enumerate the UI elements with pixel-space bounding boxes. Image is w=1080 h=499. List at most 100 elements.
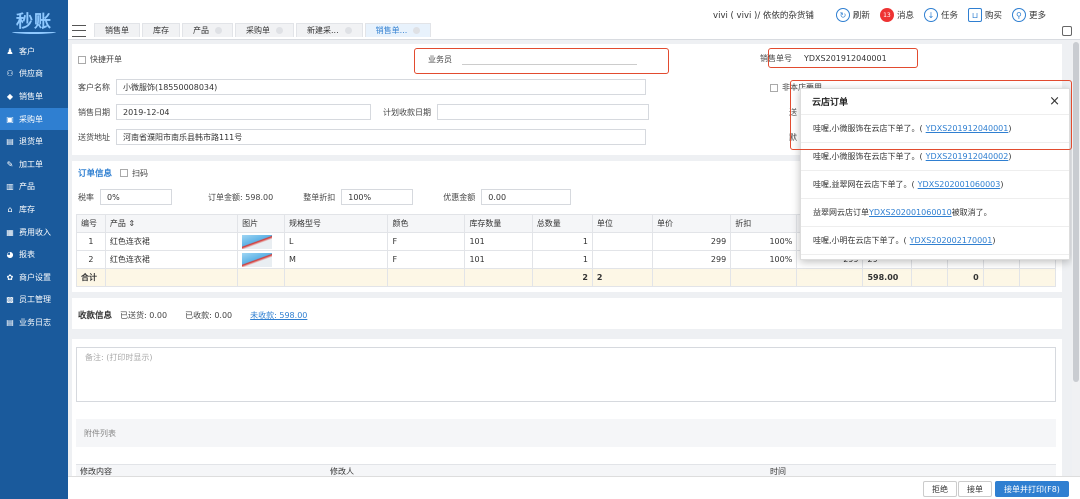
customer-input[interactable]: 小微服饰(18550008034) (116, 79, 646, 95)
column-header[interactable]: 单位 (591, 214, 654, 233)
sidebar-item[interactable]: ⚇ 供应商 (0, 63, 68, 86)
sidebar-item[interactable]: ▥ 产品 (0, 176, 68, 199)
order-link[interactable]: YDXS202001060003 (918, 180, 1001, 189)
tasks-button[interactable]: ↓ 任务 (923, 8, 958, 22)
refresh-button[interactable]: ↻ 刷新 (835, 8, 870, 22)
table-cell: 合计 (76, 268, 106, 287)
quick-order-toggle[interactable]: 快捷开单 (78, 54, 122, 65)
non-self-checkbox[interactable] (770, 83, 778, 92)
payment-info: 收款信息 已送货: 0.00 已收款: 0.00 未收款: 598.00 (78, 309, 307, 322)
order-link[interactable]: YDXS202001060010 (869, 208, 952, 217)
product-thumbnail[interactable] (242, 234, 273, 249)
column-header[interactable]: 总数量 (531, 214, 593, 233)
sidebar-item[interactable]: ▦ 费用收入 (0, 221, 68, 244)
sidebar-item[interactable]: ⌂ 库存 (0, 198, 68, 221)
sidebar-item-label: 供应商 (19, 69, 43, 79)
tax-input[interactable]: 0% (100, 189, 172, 205)
table-cell: 2 (591, 268, 654, 287)
column-header[interactable]: 单价 (652, 214, 732, 233)
table-cell: 0 (946, 268, 984, 287)
table-cell: 598.00 (862, 268, 912, 287)
sidebar-item-label: 退货单 (19, 137, 43, 147)
sidebar-item[interactable]: ▣ 采购单 (0, 107, 68, 131)
warehouse-icon: ⌂ (7, 204, 13, 214)
gear-icon: ✿ (6, 272, 14, 282)
payment-title: 收款信息 (78, 311, 113, 321)
salesman-input[interactable] (462, 53, 637, 65)
tab[interactable]: 新建采... (296, 23, 363, 37)
column-header[interactable]: 颜色 (387, 214, 466, 233)
sidebar-item[interactable]: ◆ 销售单 (0, 85, 68, 108)
tab[interactable]: 销售单 (94, 23, 140, 37)
sidebar-item[interactable]: ✎ 加工单 (0, 153, 68, 176)
tab[interactable]: 库存 (142, 23, 180, 37)
product-thumbnail[interactable] (242, 252, 273, 267)
table-cell (104, 268, 239, 287)
reject-button[interactable]: 拒绝 (923, 481, 957, 497)
discount-input[interactable]: 100% (341, 189, 414, 205)
accept-button[interactable]: 接单 (958, 481, 992, 497)
order-link[interactable]: YDXS201912040002 (926, 152, 1009, 161)
tab[interactable]: 采购单 (235, 23, 294, 37)
column-header[interactable]: 规格型号 (284, 214, 389, 233)
scan-checkbox[interactable] (120, 169, 129, 177)
sidebar-item[interactable]: ▤ 退货单 (0, 130, 68, 153)
sidebar-item[interactable]: ▩ 员工管理 (0, 289, 68, 312)
table-cell: 红色连衣裙 (104, 250, 239, 269)
more-button[interactable]: ⚲ 更多 (1011, 8, 1046, 22)
tab[interactable]: 销售单... (364, 23, 432, 37)
money-icon: ▦ (6, 227, 14, 237)
scrollbar[interactable] (1072, 40, 1080, 476)
menu-toggle-icon[interactable] (72, 25, 86, 37)
date-input[interactable]: 2019-12-04 (116, 104, 371, 120)
pie-chart-icon: ◕ (6, 250, 14, 260)
tab-label: 销售单... (375, 26, 408, 35)
coupon-input[interactable]: 0.00 (481, 189, 572, 205)
tab-close-icon[interactable] (413, 27, 421, 34)
sidebar-item[interactable]: ♟ 客户 (0, 40, 68, 63)
sidebar-item[interactable]: ▤ 业务日志 (0, 311, 68, 334)
app-logo[interactable]: 秒账 (0, 0, 68, 40)
notice-suffix: 被取消了。 (951, 208, 992, 217)
table-cell (237, 250, 286, 269)
sidebar-item[interactable]: ✿ 商户设置 (0, 266, 68, 289)
buy-button[interactable]: ⊔ 购买 (967, 8, 1002, 22)
window-toggle-icon[interactable] (1062, 26, 1072, 36)
refresh-icon: ↻ (835, 8, 850, 22)
accept-print-button[interactable]: 接单并打印(F8) (995, 481, 1069, 497)
messages-button[interactable]: 13 消息 (879, 8, 914, 22)
sidebar-item[interactable]: ◕ 报表 (0, 243, 68, 266)
order-info-header: 订单信息 扫码 (78, 168, 149, 180)
table-cell (464, 268, 533, 287)
tab[interactable]: 产品 (182, 23, 233, 37)
action-bar: 拒绝 接单 接单并打印(F8) (68, 476, 1080, 499)
sidebar-item-label: 业务日志 (19, 317, 51, 327)
quick-order-checkbox[interactable] (78, 55, 86, 64)
tab-close-icon[interactable] (344, 27, 352, 34)
column-header[interactable]: 折扣 (730, 214, 798, 233)
order-link[interactable]: YDXS202002170001 (910, 236, 993, 245)
salesman-field[interactable]: 业务员 (428, 53, 637, 65)
tab-close-icon[interactable] (215, 27, 222, 34)
order-number-value: YDXS201912040001 (804, 54, 887, 63)
tab-close-icon[interactable] (276, 27, 283, 34)
table-cell: 101 (464, 232, 533, 251)
table-cell (387, 268, 466, 287)
sidebar-item-label: 报表 (19, 250, 35, 260)
sidebar-item-label: 库存 (19, 204, 35, 214)
tab-label: 库存 (153, 26, 169, 35)
scrollbar-thumb[interactable] (1073, 42, 1079, 382)
notice-text: 益翠网云店订单 (813, 208, 869, 217)
column-header[interactable]: 编号 (76, 214, 106, 233)
unpaid-link[interactable]: 未收款: 598.00 (250, 310, 307, 321)
plan-date-input[interactable] (437, 104, 649, 120)
remark-textarea[interactable]: 备注: (打印时显示) (76, 347, 1056, 402)
address-input[interactable]: 河南省濮阳市南乐县韩市路111号 (116, 129, 646, 145)
column-header[interactable]: 库存数量 (464, 214, 533, 233)
column-header[interactable]: 产品 ⇕ (104, 214, 239, 233)
table-cell (591, 232, 654, 251)
cart-icon: ⊔ (967, 8, 982, 22)
table-cell: 1 (76, 232, 106, 251)
user-info[interactable]: vivi ( vivi )/ 依依的杂货铺 (713, 9, 814, 21)
column-header[interactable]: 图片 (237, 214, 286, 233)
